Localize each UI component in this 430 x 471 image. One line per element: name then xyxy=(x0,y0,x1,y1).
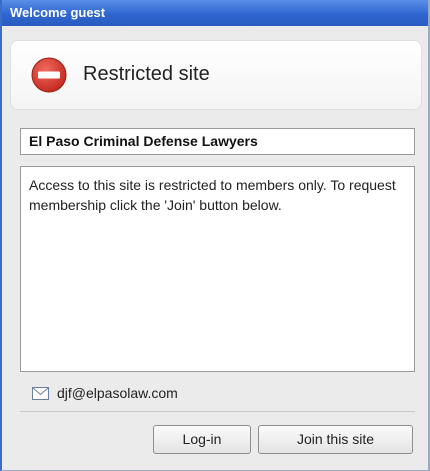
mail-icon xyxy=(32,386,49,400)
contact-email[interactable]: djf@elpasolaw.com xyxy=(57,385,178,401)
restriction-message: Access to this site is restricted to mem… xyxy=(20,166,415,372)
join-site-button[interactable]: Join this site xyxy=(258,425,413,454)
page-title: Restricted site xyxy=(83,63,210,85)
divider xyxy=(20,411,415,412)
contact-email-row[interactable]: djf@elpasolaw.com xyxy=(32,383,178,403)
title-bar: Welcome guest xyxy=(2,0,428,26)
header-panel: Restricted site xyxy=(10,40,422,110)
login-button[interactable]: Log-in xyxy=(153,425,251,454)
dialog-window: Welcome guest Restricted site El Paso Cr… xyxy=(0,0,430,471)
site-name-field: El Paso Criminal Defense Lawyers xyxy=(20,128,415,155)
no-entry-icon xyxy=(31,57,67,93)
